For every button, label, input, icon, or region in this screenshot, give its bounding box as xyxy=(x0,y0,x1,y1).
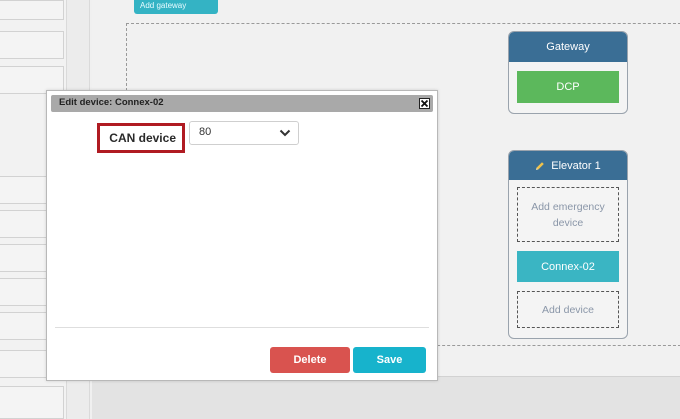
save-button[interactable]: Save xyxy=(353,347,426,373)
add-emergency-device-slot[interactable]: Add emergency device xyxy=(517,187,619,242)
elevator-title: Elevator 1 xyxy=(551,159,601,172)
can-device-label-highlight: CAN device xyxy=(97,123,185,153)
add-device-slot[interactable]: Add device xyxy=(517,291,619,328)
delete-button[interactable]: Delete xyxy=(270,347,350,373)
elevator-card: Elevator 1 Add emergency device Connex-0… xyxy=(508,150,628,339)
gateway-card: Gateway DCP xyxy=(508,31,628,114)
gateway-card-header: Gateway xyxy=(509,32,627,62)
chevron-down-icon[interactable] xyxy=(279,128,291,138)
close-icon[interactable] xyxy=(419,98,430,109)
add-device-label: Add device xyxy=(542,303,594,316)
connex-label: Connex-02 xyxy=(541,260,595,273)
can-device-label: CAN device xyxy=(109,131,176,145)
dialog-divider xyxy=(55,327,429,328)
delete-label: Delete xyxy=(293,354,327,366)
dcp-label: DCP xyxy=(556,81,580,93)
elevator-card-header[interactable]: Elevator 1 xyxy=(509,151,627,180)
dialog-titlebar[interactable]: Edit device: Connex-02 xyxy=(51,95,433,112)
connex-device-button[interactable]: Connex-02 xyxy=(517,251,619,282)
dcp-device-button[interactable]: DCP xyxy=(517,71,619,103)
dialog-title: Edit device: Connex-02 xyxy=(59,97,164,108)
sidebar-item[interactable] xyxy=(0,0,64,20)
footer-bar xyxy=(92,376,680,419)
pencil-icon[interactable] xyxy=(535,161,545,171)
gateway-title: Gateway xyxy=(546,41,590,53)
can-device-value: 80 xyxy=(199,126,212,138)
save-label: Save xyxy=(376,354,403,366)
can-device-select[interactable]: 80 xyxy=(189,121,299,145)
add-gateway-button[interactable]: Add gateway xyxy=(134,0,218,14)
sidebar-item[interactable] xyxy=(0,31,64,59)
add-gateway-label: Add gateway xyxy=(140,1,187,10)
close-x-glyph xyxy=(420,99,429,108)
sidebar-item[interactable] xyxy=(0,386,64,419)
edit-device-dialog: Edit device: Connex-02 CAN device 80 Del… xyxy=(46,90,438,381)
add-emergency-label: Add emergency device xyxy=(531,200,605,229)
